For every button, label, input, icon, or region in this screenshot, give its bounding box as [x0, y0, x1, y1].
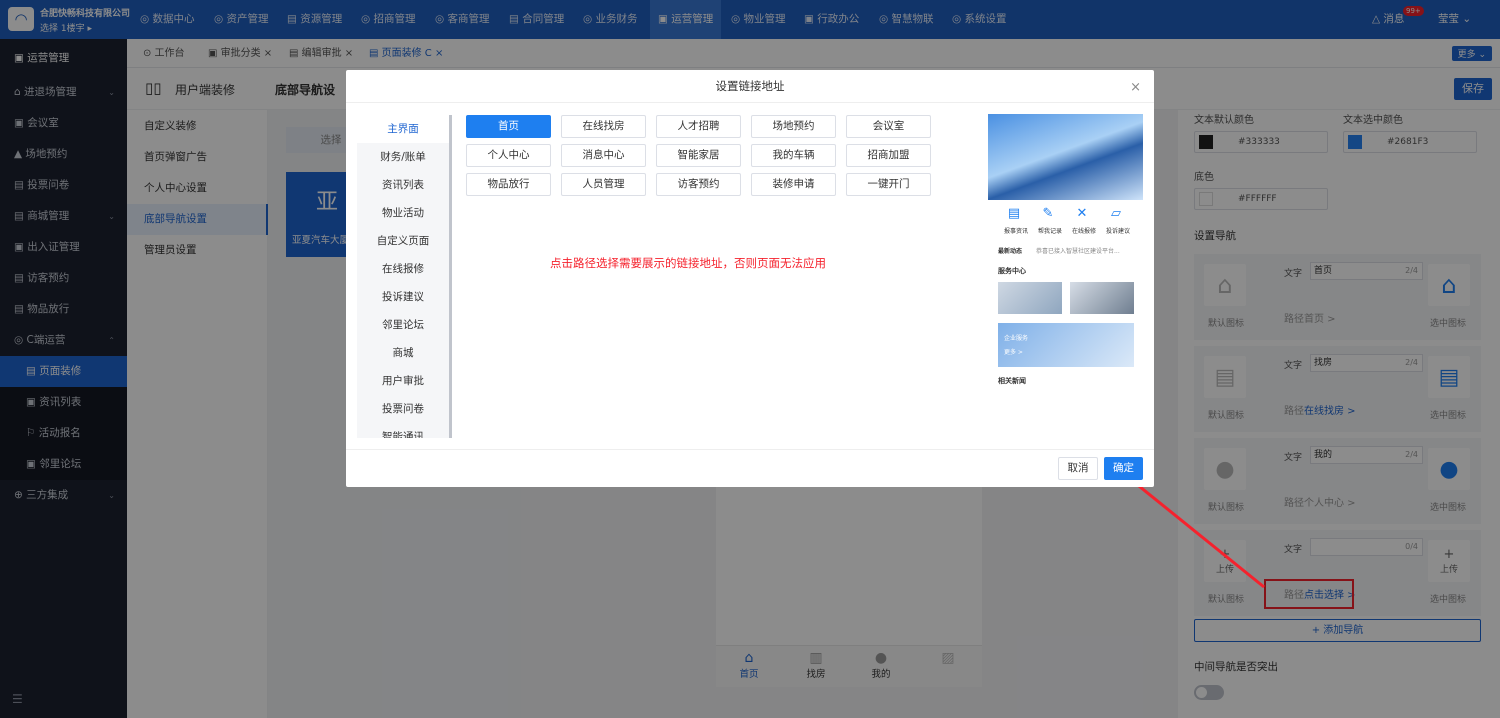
- related-news-title: 相关新闻: [998, 377, 1026, 385]
- link-category-list[interactable]: 主界面 财务/账单 资讯列表 物业活动 自定义页面 在线报修 投诉建议 邻里论坛…: [357, 115, 452, 438]
- category-main[interactable]: 主界面: [357, 115, 449, 143]
- link-venue[interactable]: 场地预约: [751, 115, 836, 138]
- link-home[interactable]: 首页: [466, 115, 551, 138]
- category-mall[interactable]: 商城: [357, 339, 449, 367]
- link-open-door[interactable]: 一键开门: [846, 173, 931, 196]
- category-custom-page[interactable]: 自定义页面: [357, 227, 449, 255]
- close-icon[interactable]: ×: [1130, 80, 1141, 95]
- preview-icon-label: 报事资讯: [1004, 228, 1029, 235]
- instruction-hint: 点击路径选择需要展示的链接地址，否则页面无法应用: [550, 256, 826, 270]
- app-preview: ▤ ✎ ✕ ▱ 报事资讯 帮我记录 在线报修 投诉建议 最新动态 恭喜已接入智慧…: [988, 114, 1143, 399]
- link-renovation[interactable]: 装修申请: [751, 173, 836, 196]
- link-address-dialog: 设置链接地址 × 主界面 财务/账单 资讯列表 物业活动 自定义页面 在线报修 …: [346, 70, 1154, 487]
- enterprise-service-title: 企业服务: [1004, 335, 1029, 342]
- dialog-title: 设置链接地址: [346, 70, 1154, 103]
- preview-icon-label: 投诉建议: [1106, 228, 1131, 235]
- link-staff[interactable]: 人员管理: [561, 173, 646, 196]
- category-news[interactable]: 资讯列表: [357, 171, 449, 199]
- category-vote[interactable]: 投票问卷: [357, 395, 449, 423]
- preview-icon-label: 帮我记录: [1038, 228, 1063, 235]
- link-franchise[interactable]: 招商加盟: [846, 144, 931, 167]
- category-finance[interactable]: 财务/账单: [357, 143, 449, 171]
- service-center-title: 服务中心: [998, 267, 1026, 275]
- category-user-approval[interactable]: 用户审批: [357, 367, 449, 395]
- confirm-button[interactable]: 确定: [1104, 457, 1143, 480]
- record-icon: ✎: [1042, 206, 1054, 221]
- category-complaint[interactable]: 投诉建议: [357, 283, 449, 311]
- preview-icon-label: 在线报修: [1072, 228, 1097, 235]
- link-personal[interactable]: 个人中心: [466, 144, 551, 167]
- link-recruit[interactable]: 人才招聘: [656, 115, 741, 138]
- category-forum[interactable]: 邻里论坛: [357, 311, 449, 339]
- category-activity[interactable]: 物业活动: [357, 199, 449, 227]
- category-repair[interactable]: 在线报修: [357, 255, 449, 283]
- dialog-divider: [346, 449, 1154, 450]
- service-image: [998, 282, 1062, 314]
- news-label: 最新动态: [998, 248, 1023, 255]
- news-text: 恭喜已接入智慧社区建设平台...: [1036, 248, 1120, 255]
- complaint-icon: ▱: [1111, 206, 1121, 221]
- service-image: [1070, 282, 1134, 314]
- link-vehicles[interactable]: 我的车辆: [751, 144, 836, 167]
- news-icon: ▤: [1007, 206, 1021, 221]
- cancel-button[interactable]: 取消: [1058, 457, 1098, 480]
- link-visitor[interactable]: 访客预约: [656, 173, 741, 196]
- enterprise-service-card: 企业服务 更多 >: [998, 323, 1134, 367]
- link-messages[interactable]: 消息中心: [561, 144, 646, 167]
- link-find-house[interactable]: 在线找房: [561, 115, 646, 138]
- category-intercom[interactable]: 智能通讯: [357, 423, 449, 438]
- link-meeting[interactable]: 会议室: [846, 115, 931, 138]
- link-smart-home[interactable]: 智能家居: [656, 144, 741, 167]
- more-link: 更多 >: [1004, 349, 1023, 356]
- repair-icon: ✕: [1076, 206, 1088, 221]
- building-photo: [988, 114, 1143, 200]
- link-release[interactable]: 物品放行: [466, 173, 551, 196]
